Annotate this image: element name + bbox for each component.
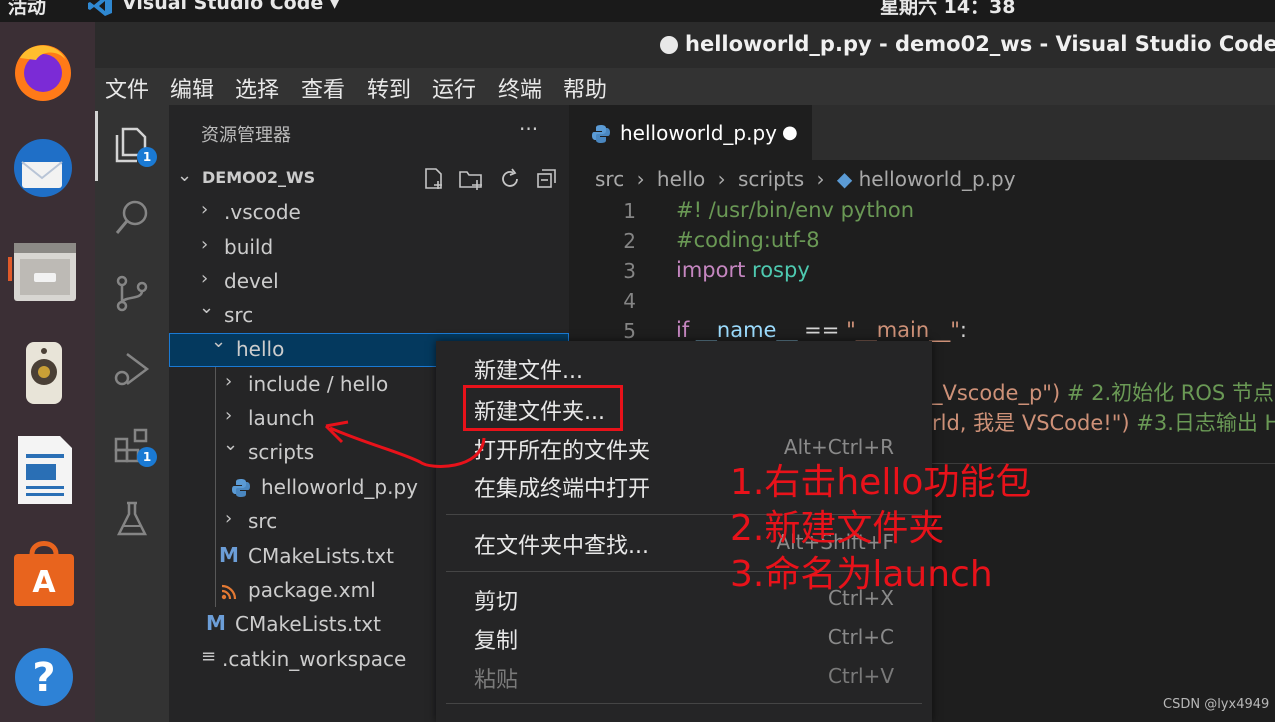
watermark: CSDN @lyx4949 xyxy=(1163,697,1270,712)
annotation-step-1: 1.右击hello功能包 xyxy=(730,462,1032,503)
annotation-arrow xyxy=(324,420,486,468)
annotation-step-2: 2.新建文件夹 xyxy=(730,508,945,549)
annotation-step-3: 3.命名为launch xyxy=(730,554,993,595)
